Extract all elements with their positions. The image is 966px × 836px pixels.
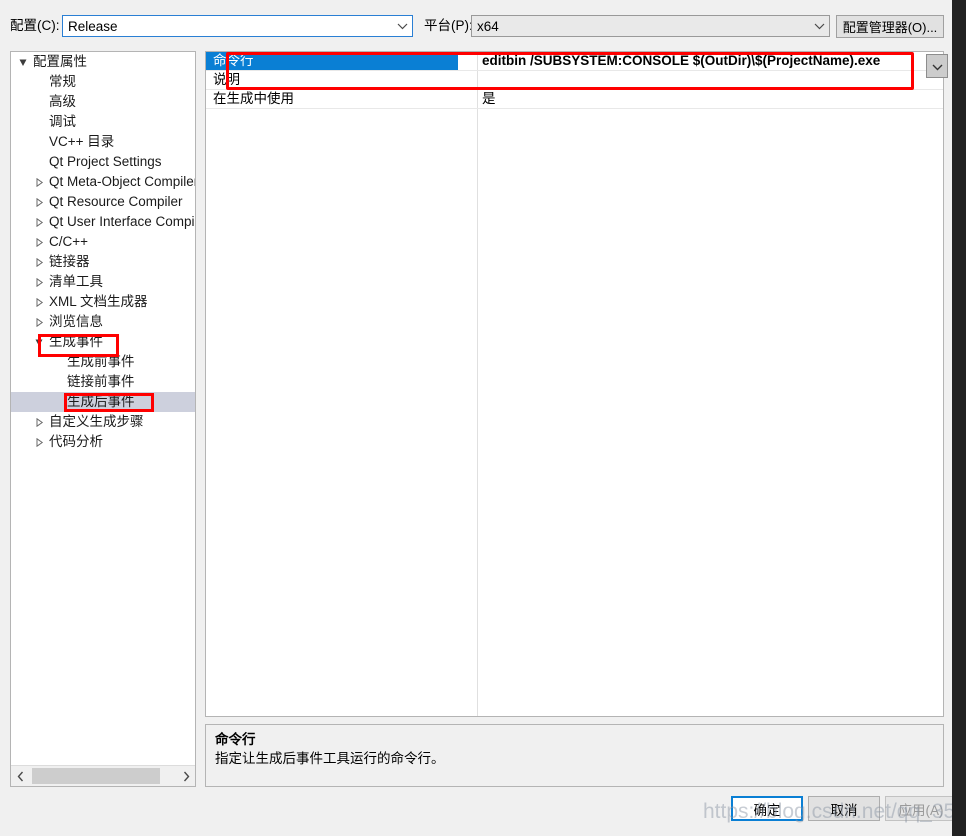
- triangle-right-icon[interactable]: [31, 292, 47, 312]
- cancel-button[interactable]: 取消: [808, 796, 880, 821]
- property-row-2[interactable]: 在生成中使用 是: [206, 90, 943, 109]
- chevron-right-icon[interactable]: [177, 766, 195, 786]
- triangle-down-icon[interactable]: [15, 52, 31, 72]
- grid-column-splitter[interactable]: [477, 52, 478, 716]
- triangle-down-icon[interactable]: [31, 332, 47, 352]
- triangle-right-icon[interactable]: [31, 312, 47, 332]
- platform-combo-value: x64: [477, 18, 499, 34]
- property-value-cell[interactable]: editbin /SUBSYSTEM:CONSOLE $(OutDir)\$(P…: [478, 52, 943, 70]
- tree-item-label: Qt User Interface Compiler: [49, 214, 195, 229]
- tree-item-5[interactable]: Qt Project Settings: [11, 152, 195, 172]
- property-grid[interactable]: 命令行 editbin /SUBSYSTEM:CONSOLE $(OutDir)\…: [205, 51, 944, 717]
- tree-item-13[interactable]: 浏览信息: [11, 312, 195, 332]
- tree-item-label: 链接前事件: [67, 374, 135, 389]
- description-body: 指定让生成后事件工具运行的命令行。: [215, 751, 445, 766]
- tree-item-17[interactable]: 生成后事件: [11, 392, 195, 412]
- property-name-cell[interactable]: 命令行: [206, 52, 458, 70]
- tree-item-label: 常规: [49, 74, 76, 89]
- property-value-cell[interactable]: [478, 71, 943, 89]
- tree-item-11[interactable]: 清单工具: [11, 272, 195, 292]
- tree-item-1[interactable]: 常规: [11, 72, 195, 92]
- tree-item-8[interactable]: Qt User Interface Compiler: [11, 212, 195, 232]
- screenshot-background-edge: [952, 0, 966, 836]
- apply-button[interactable]: 应用(A): [885, 796, 952, 821]
- ok-button[interactable]: 确定: [731, 796, 803, 821]
- triangle-right-icon[interactable]: [31, 412, 47, 432]
- property-row-0[interactable]: 命令行 editbin /SUBSYSTEM:CONSOLE $(OutDir)\…: [206, 52, 943, 71]
- tree-item-label: C/C++: [49, 234, 89, 249]
- tree-item-label: Qt Project Settings: [49, 154, 162, 169]
- tree-item-4[interactable]: VC++ 目录: [11, 132, 195, 152]
- triangle-right-icon[interactable]: [31, 432, 47, 452]
- tree-item-label: 清单工具: [49, 274, 103, 289]
- tree-item-label: 浏览信息: [49, 314, 103, 329]
- tree-item-label: 生成后事件: [67, 394, 135, 409]
- tree-item-label: VC++ 目录: [49, 134, 115, 149]
- configuration-manager-button[interactable]: 配置管理器(O)...: [836, 15, 944, 38]
- tree-item-label: 代码分析: [49, 434, 103, 449]
- tree-item-9[interactable]: C/C++: [11, 232, 195, 252]
- triangle-right-icon[interactable]: [31, 232, 47, 252]
- chevron-down-icon[interactable]: [392, 16, 412, 36]
- tree-item-label: Qt Meta-Object Compiler: [49, 174, 195, 189]
- tree-item-3[interactable]: 调试: [11, 112, 195, 132]
- property-row-1[interactable]: 说明: [206, 71, 943, 90]
- property-value-dropdown-button[interactable]: [926, 54, 948, 78]
- triangle-right-icon[interactable]: [31, 172, 47, 192]
- tree-item-label: 调试: [49, 114, 76, 129]
- tree-item-14[interactable]: 生成事件: [11, 332, 195, 352]
- tree-item-label: 链接器: [49, 254, 90, 269]
- property-tree[interactable]: 配置属性常规高级调试 VC++ 目录 Qt Project Settings Qt M…: [11, 52, 195, 765]
- property-name-cell[interactable]: 在生成中使用: [206, 90, 458, 108]
- chevron-down-icon: [932, 59, 943, 74]
- tree-item-label: Qt Resource Compiler: [49, 194, 183, 209]
- configuration-label: 配置(C):: [10, 18, 60, 33]
- description-title: 命令行: [215, 732, 256, 747]
- tree-item-15[interactable]: 生成前事件: [11, 352, 195, 372]
- tree-item-16[interactable]: 链接前事件: [11, 372, 195, 392]
- tree-item-label: 高级: [49, 94, 76, 109]
- chevron-left-icon[interactable]: [11, 766, 29, 786]
- configuration-bar: 配置(C): Release 平台(P): x64 配置管理器(O)...: [0, 0, 952, 44]
- tree-item-label: 生成事件: [49, 334, 103, 349]
- tree-item-0[interactable]: 配置属性: [11, 52, 195, 72]
- tree-item-6[interactable]: Qt Meta-Object Compiler: [11, 172, 195, 192]
- triangle-right-icon[interactable]: [31, 252, 47, 272]
- platform-combo[interactable]: x64: [471, 15, 830, 37]
- platform-label: 平台(P):: [424, 18, 473, 33]
- property-pages-dialog: 配置(C): Release 平台(P): x64 配置管理器(O)... 配置…: [0, 0, 952, 836]
- tree-item-18[interactable]: 自定义生成步骤: [11, 412, 195, 432]
- triangle-right-icon[interactable]: [31, 272, 47, 292]
- property-value-cell[interactable]: 是: [478, 90, 943, 108]
- tree-item-12[interactable]: XML 文档生成器: [11, 292, 195, 312]
- tree-item-19[interactable]: 代码分析: [11, 432, 195, 452]
- tree-item-2[interactable]: 高级: [11, 92, 195, 112]
- chevron-down-icon[interactable]: [809, 16, 829, 36]
- description-pane: 命令行 指定让生成后事件工具运行的命令行。: [205, 724, 944, 787]
- tree-item-label: 自定义生成步骤: [49, 414, 144, 429]
- tree-item-label: 配置属性: [33, 54, 87, 69]
- configuration-combo-value: Release: [68, 18, 118, 34]
- tree-item-10[interactable]: 链接器: [11, 252, 195, 272]
- tree-horizontal-scrollbar[interactable]: [11, 765, 195, 786]
- scrollbar-thumb[interactable]: [32, 768, 160, 784]
- triangle-right-icon[interactable]: [31, 192, 47, 212]
- triangle-right-icon[interactable]: [31, 212, 47, 232]
- tree-item-label: XML 文档生成器: [49, 294, 148, 309]
- property-tree-panel: 配置属性常规高级调试 VC++ 目录 Qt Project Settings Qt M…: [10, 51, 196, 787]
- configuration-combo[interactable]: Release: [62, 15, 413, 37]
- property-name-cell[interactable]: 说明: [206, 71, 458, 89]
- tree-item-7[interactable]: Qt Resource Compiler: [11, 192, 195, 212]
- tree-item-label: 生成前事件: [67, 354, 135, 369]
